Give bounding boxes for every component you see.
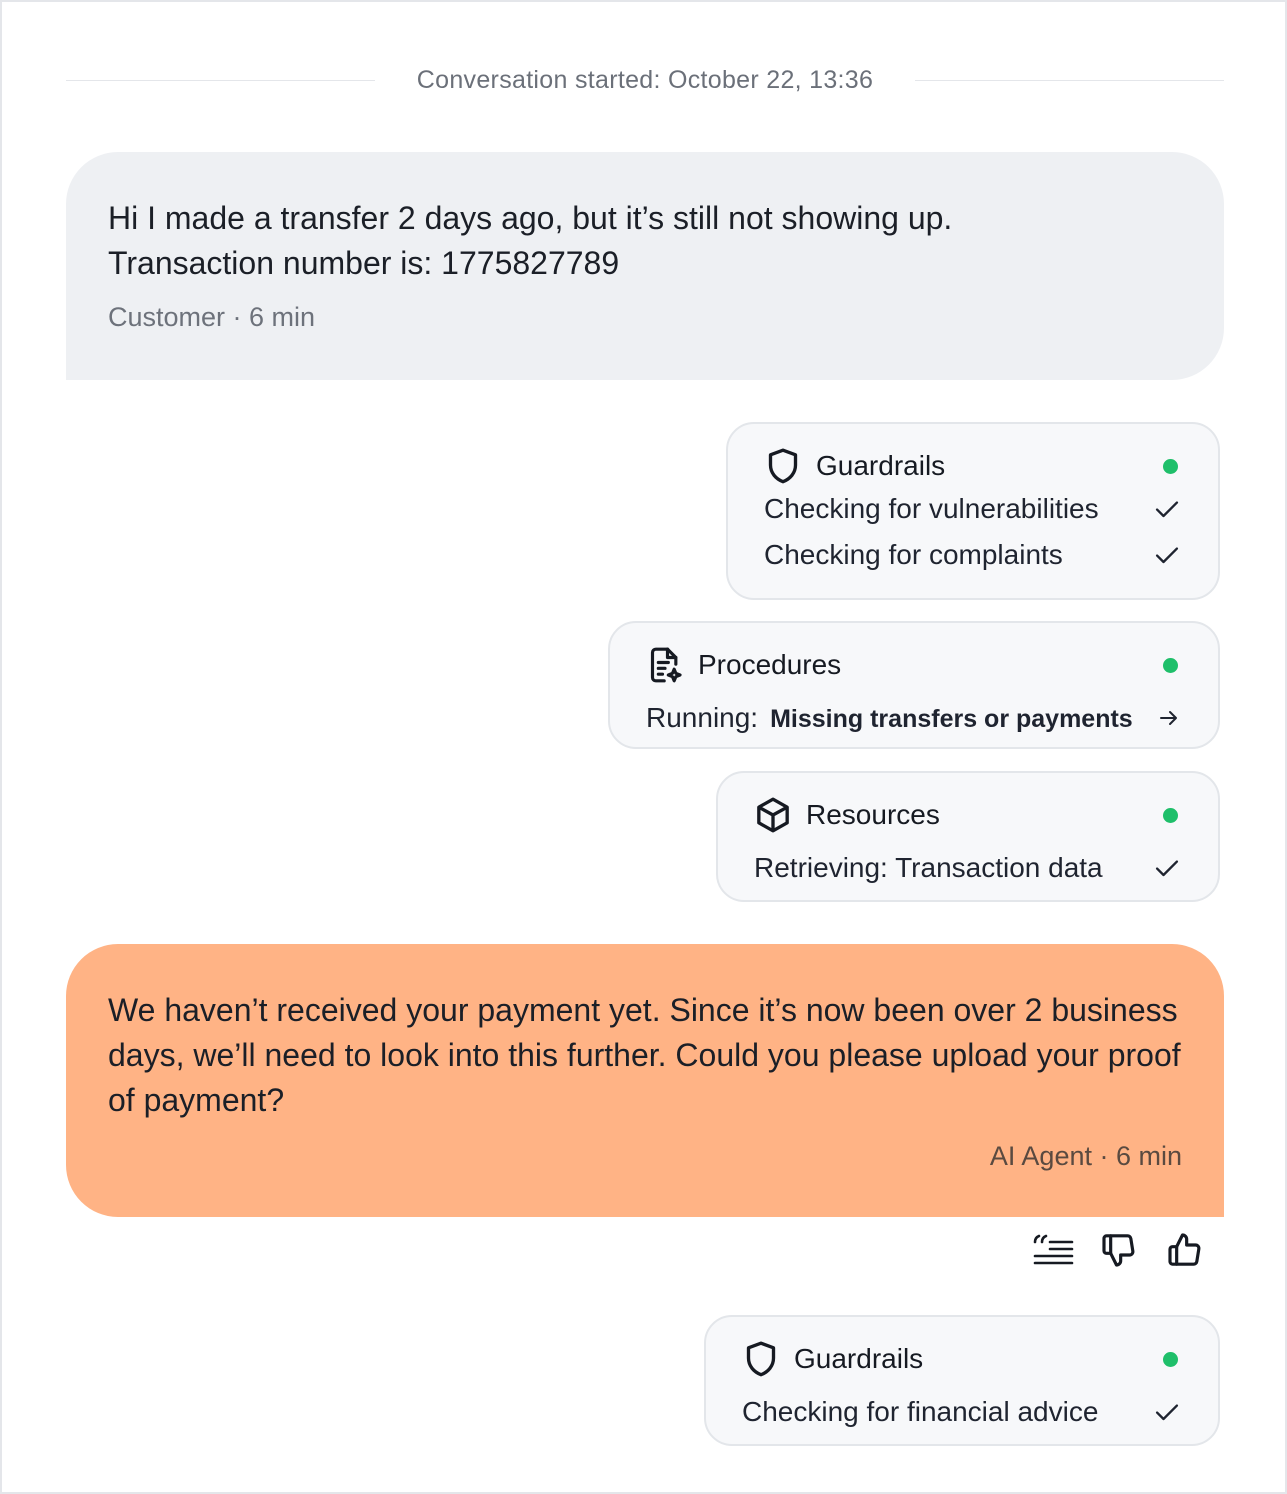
card-header: Guardrails <box>764 446 1182 486</box>
customer-message-bubble: Hi I made a transfer 2 days ago, but it’… <box>66 152 1224 380</box>
agent-message-meta: AI Agent · 6 min <box>989 1141 1182 1171</box>
running-label: Running: <box>646 702 759 733</box>
card-header: Procedures <box>646 645 1182 685</box>
customer-message-meta: Customer · 6 min <box>108 302 316 332</box>
message-actions <box>1031 1228 1207 1272</box>
check-item-label: Retrieving: Transaction data <box>754 852 1103 883</box>
status-dot <box>1163 1351 1178 1367</box>
shield-icon <box>762 445 804 487</box>
document-sparkle-icon <box>644 644 686 686</box>
procedure-running-row[interactable]: Running: Missing transfers or payments <box>646 695 1182 741</box>
checkmark-icon <box>1152 853 1182 883</box>
check-item: Checking for complaints <box>764 532 1182 578</box>
divider-line-left <box>66 79 375 81</box>
conversation-start-label: Conversation started: October 22, 13:36 <box>416 65 874 94</box>
card-header: Guardrails <box>742 1339 1182 1379</box>
check-item: Retrieving: Transaction data <box>754 845 1182 891</box>
card-header: Resources <box>754 795 1182 835</box>
resources-card[interactable]: Resources Retrieving: Transaction data <box>716 771 1220 902</box>
thumbs-up-icon[interactable] <box>1163 1228 1207 1272</box>
guardrails-card[interactable]: Guardrails Checking for financial advice <box>704 1315 1220 1446</box>
cube-icon <box>752 794 794 836</box>
quote-icon[interactable] <box>1031 1228 1075 1272</box>
customer-message-text: Hi I made a transfer 2 days ago, but it’… <box>108 196 1182 286</box>
checkmark-icon <box>1152 494 1182 524</box>
customer-message-line-1: Hi I made a transfer 2 days ago, but it’… <box>108 200 953 236</box>
arrow-right-icon[interactable] <box>1157 703 1182 733</box>
check-item-label: Checking for vulnerabilities <box>764 493 1099 524</box>
agent-message-bubble: We haven’t received your payment yet. Si… <box>66 944 1224 1217</box>
card-title: Guardrails <box>794 1343 924 1374</box>
agent-message-text: We haven’t received your payment yet. Si… <box>108 992 1181 1118</box>
guardrails-card[interactable]: Guardrails Checking for vulnerabilities … <box>726 422 1220 600</box>
check-item-label: Checking for complaints <box>764 539 1063 570</box>
card-title: Guardrails <box>816 450 946 481</box>
shield-icon <box>740 1338 782 1380</box>
procedures-card[interactable]: Procedures Running: Missing transfers or … <box>608 621 1220 749</box>
divider-line-right <box>915 79 1224 81</box>
checkmark-icon <box>1152 1397 1182 1427</box>
procedure-name: Missing transfers or payments <box>770 705 1133 733</box>
chat-panel: Conversation started: October 22, 13:36 … <box>0 0 1287 1494</box>
status-dot <box>1163 657 1178 673</box>
conversation-start-divider: Conversation started: October 22, 13:36 <box>66 62 1224 98</box>
card-title: Resources <box>806 799 940 830</box>
status-dot <box>1163 807 1178 823</box>
card-title: Procedures <box>698 649 842 680</box>
checkmark-icon <box>1152 540 1182 570</box>
check-item-label: Checking for financial advice <box>742 1396 1099 1427</box>
customer-message-line-2: Transaction number is: 1775827789 <box>108 245 620 281</box>
thumbs-down-icon[interactable] <box>1097 1228 1141 1272</box>
status-dot <box>1163 458 1178 474</box>
check-item: Checking for vulnerabilities <box>764 486 1182 532</box>
check-item: Checking for financial advice <box>742 1389 1182 1435</box>
procedure-running-text: Running: Missing transfers or payments <box>646 702 1133 734</box>
